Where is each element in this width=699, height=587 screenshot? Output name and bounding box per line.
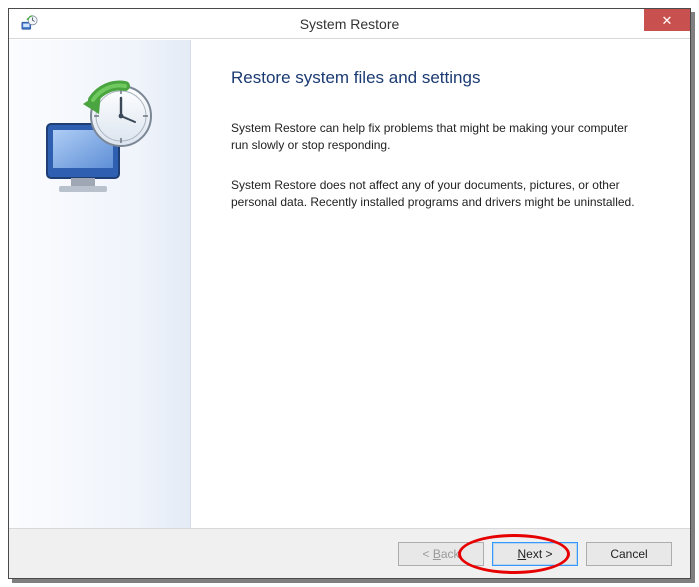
dialog-body: Restore system files and settings System… <box>9 40 690 528</box>
paragraph-intro: System Restore can help fix problems tha… <box>231 120 641 155</box>
button-bar: < Back Next > Cancel <box>9 528 690 578</box>
restore-graphic-icon <box>35 80 165 200</box>
titlebar: System Restore ✕ <box>9 9 690 39</box>
window-title: System Restore <box>9 16 690 32</box>
content-panel: Restore system files and settings System… <box>191 40 690 528</box>
system-restore-icon <box>19 14 39 34</box>
paragraph-note: System Restore does not affect any of yo… <box>231 177 641 212</box>
page-heading: Restore system files and settings <box>231 68 654 88</box>
next-button[interactable]: Next > <box>492 542 578 566</box>
cancel-button[interactable]: Cancel <box>586 542 672 566</box>
back-button: < Back <box>398 542 484 566</box>
sidebar-panel <box>9 40 191 528</box>
close-button[interactable]: ✕ <box>644 9 690 31</box>
close-icon: ✕ <box>662 14 673 27</box>
system-restore-window: System Restore ✕ <box>8 8 691 579</box>
